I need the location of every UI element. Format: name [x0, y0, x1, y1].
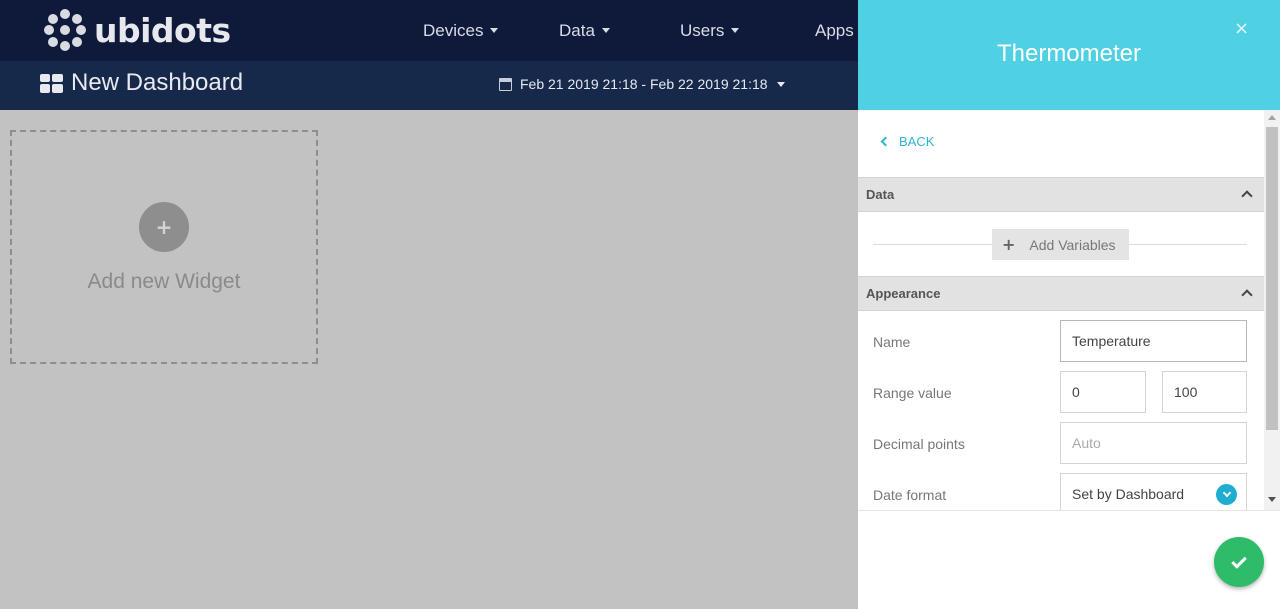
scroll-up-icon[interactable]	[1268, 115, 1276, 120]
caret-down-icon	[601, 28, 610, 33]
section-data-label: Data	[866, 187, 895, 202]
date-format-value: Set by Dashboard	[1072, 486, 1185, 502]
range-min-input[interactable]: 0	[1060, 371, 1146, 413]
widget-settings-panel: Thermometer × BACK Data + Add Variables …	[858, 0, 1280, 609]
panel-header: Thermometer ×	[858, 0, 1280, 110]
add-variables-button[interactable]: + Add Variables	[992, 229, 1129, 260]
name-input[interactable]: Temperature	[1060, 320, 1247, 362]
panel-title: Thermometer	[996, 40, 1142, 67]
nav-devices[interactable]: Devices	[423, 0, 499, 61]
date-range-picker[interactable]: Feb 21 2019 21:18 - Feb 22 2019 21:18	[499, 76, 785, 92]
section-appearance-label: Appearance	[866, 286, 941, 301]
scroll-down-icon[interactable]	[1268, 497, 1276, 502]
nav-users[interactable]: Users	[680, 0, 740, 61]
range-label: Range value	[873, 385, 952, 401]
back-link[interactable]: BACK	[880, 134, 935, 149]
back-label: BACK	[899, 134, 935, 149]
chevron-up-icon	[1241, 289, 1253, 301]
dashboard-title[interactable]: New Dashboard	[40, 69, 243, 97]
nav-apps[interactable]: Apps	[815, 0, 854, 61]
add-widget-label: Add new Widget	[87, 270, 241, 293]
date-format-select[interactable]: Set by Dashboard	[1060, 473, 1247, 510]
decimal-points-label: Decimal points	[873, 436, 965, 452]
name-label: Name	[873, 334, 911, 350]
plus-icon[interactable]: +	[139, 202, 189, 252]
nav-devices-label: Devices	[423, 20, 484, 40]
caret-down-icon	[731, 28, 740, 33]
caret-down-icon	[490, 28, 499, 33]
plus-icon: +	[1002, 235, 1016, 254]
nav-data[interactable]: Data	[559, 0, 610, 61]
nav-apps-label: Apps	[815, 20, 854, 40]
section-data-header[interactable]: Data	[858, 177, 1264, 212]
decimal-points-input[interactable]: Auto	[1060, 422, 1247, 464]
dots-logo-icon	[44, 9, 86, 51]
calendar-icon	[499, 77, 512, 91]
confirm-button[interactable]	[1214, 537, 1264, 587]
chevron-up-icon	[1241, 190, 1253, 202]
dashboard-grid-icon	[40, 73, 63, 93]
panel-body: BACK Data + Add Variables Appearance Nam…	[858, 110, 1264, 510]
chevron-down-icon	[1216, 484, 1237, 505]
caret-down-icon	[776, 81, 785, 87]
nav-users-label: Users	[680, 20, 725, 40]
date-range-text: Feb 21 2019 21:18 - Feb 22 2019 21:18	[520, 76, 768, 92]
add-widget-tile[interactable]: + Add new Widget	[10, 130, 318, 364]
date-format-label: Date format	[873, 487, 947, 503]
nav-data-label: Data	[559, 20, 595, 40]
ubidots-logo[interactable]: ubidots	[44, 9, 231, 51]
close-icon[interactable]: ×	[1234, 18, 1249, 39]
panel-scrollbar[interactable]	[1264, 110, 1280, 510]
add-variables-label: Add Variables	[1029, 236, 1116, 253]
range-max-input[interactable]: 100	[1162, 371, 1247, 413]
scrollbar-thumb[interactable]	[1266, 127, 1278, 430]
section-appearance-header[interactable]: Appearance	[858, 276, 1264, 311]
dashboard-title-text: New Dashboard	[71, 69, 244, 96]
brand-name: ubidots	[94, 10, 231, 50]
check-icon	[1231, 552, 1247, 569]
panel-footer	[858, 510, 1280, 609]
chevron-left-icon	[880, 136, 891, 147]
